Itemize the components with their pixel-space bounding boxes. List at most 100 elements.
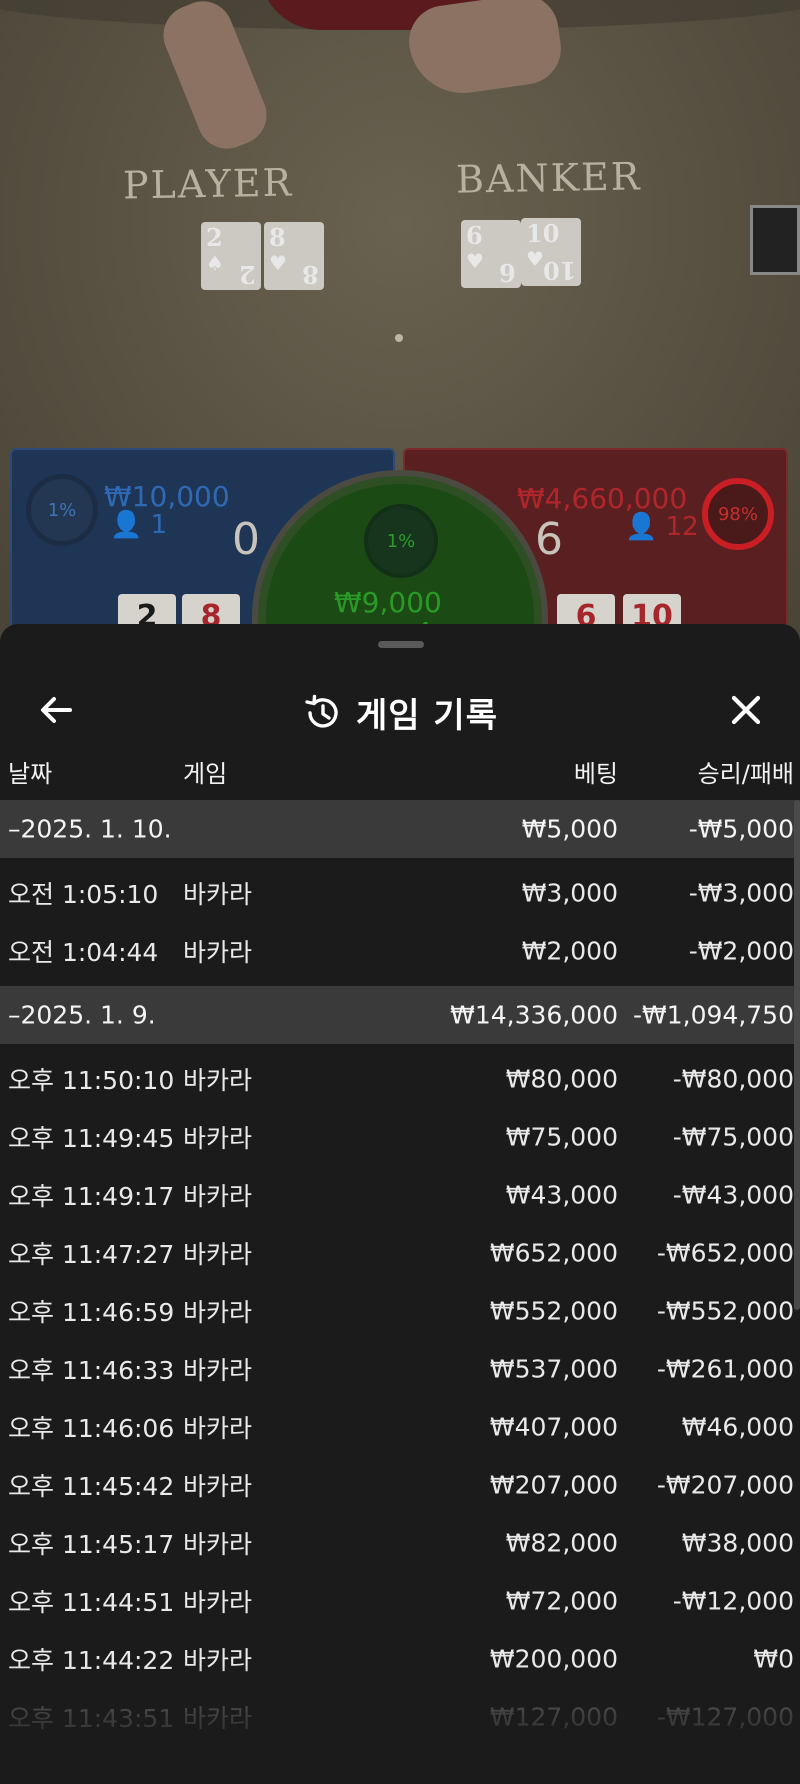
tie-bet-amount: ₩9,000 <box>334 586 442 619</box>
row-game: 바카라 <box>183 1240 253 1269</box>
column-bet: 베팅 <box>573 760 618 788</box>
table-row[interactable]: 오후 11:46:06 바카라 ₩407,000 ₩46,000 <box>0 1398 800 1456</box>
row-game: 바카라 <box>183 1298 253 1327</box>
row-time: 오후 11:43:51 <box>8 1704 175 1733</box>
player-label: PLAYER <box>122 160 294 208</box>
banker-percent-ring: 98% <box>702 478 774 550</box>
group-records: 오전 1:05:10 바카라 ₩3,000 -₩3,000 오전 1:04:44… <box>0 858 800 986</box>
row-result: -₩3,000 <box>688 878 794 908</box>
group-date: –2025. 1. 9. <box>8 1000 156 1030</box>
row-game: 바카라 <box>183 1414 253 1443</box>
row-result: -₩261,000 <box>656 1354 794 1384</box>
row-bet: ₩207,000 <box>489 1470 618 1500</box>
row-game: 바카라 <box>183 880 253 909</box>
table-marker <box>395 334 403 342</box>
row-game: 바카라 <box>183 1530 253 1559</box>
group-result-total: -₩5,000 <box>688 814 794 844</box>
group-result-total: -₩1,094,750 <box>633 1000 794 1030</box>
row-time: 오후 11:49:45 <box>8 1124 175 1153</box>
game-history-sheet: 게임 기록 날짜 게임 베팅 승리/패배 –2025. 1. 10. ₩5,00… <box>0 624 800 1784</box>
row-bet: ₩75,000 <box>505 1122 618 1152</box>
table-row[interactable]: 오후 11:44:22 바카라 ₩200,000 ₩0 <box>0 1630 800 1688</box>
banker-bet-amount: ₩4,660,000 <box>517 482 688 515</box>
row-bet: ₩200,000 <box>489 1644 618 1674</box>
group-records: 오후 11:50:10 바카라 ₩80,000 -₩80,000 오후 11:4… <box>0 1044 800 1752</box>
row-time: 오후 11:44:22 <box>8 1646 175 1675</box>
column-result: 승리/패배 <box>697 760 794 788</box>
group-bet-total: ₩14,336,000 <box>450 1000 618 1030</box>
card-rank: 2 <box>206 223 223 252</box>
table-row[interactable]: 오후 11:43:51 바카라 ₩127,000 -₩127,000 <box>0 1688 800 1746</box>
history-icon <box>305 694 338 728</box>
player-card-1: 2 ♠ 2 <box>201 222 261 290</box>
dealer-left-arm <box>154 0 276 158</box>
table-row[interactable]: 오후 11:45:42 바카라 ₩207,000 -₩207,000 <box>0 1456 800 1514</box>
card-suit: ♠ <box>206 251 224 275</box>
row-bet: ₩43,000 <box>505 1180 618 1210</box>
sheet-title: 게임 기록 <box>356 696 498 736</box>
row-bet: ₩552,000 <box>489 1296 618 1326</box>
banker-label: BANKER <box>455 154 642 202</box>
row-result: ₩46,000 <box>681 1412 794 1442</box>
list-scrollbar[interactable] <box>794 800 800 1310</box>
row-bet: ₩652,000 <box>489 1238 618 1268</box>
dealer-right-arm <box>404 0 566 101</box>
table-row[interactable]: 오후 11:47:27 바카라 ₩652,000 -₩652,000 <box>0 1224 800 1282</box>
table-row[interactable]: 오전 1:04:44 바카라 ₩2,000 -₩2,000 <box>0 922 800 980</box>
dealer <box>154 0 570 158</box>
row-bet: ₩2,000 <box>521 936 618 966</box>
banker-card-2: 10 ♥ 10 <box>521 218 581 286</box>
row-result: ₩38,000 <box>681 1528 794 1558</box>
sheet-header: 게임 기록 <box>0 664 800 754</box>
close-button[interactable] <box>722 686 770 734</box>
row-bet: ₩127,000 <box>489 1702 618 1732</box>
table-row[interactable]: 오후 11:45:17 바카라 ₩82,000 ₩38,000 <box>0 1514 800 1572</box>
table-row[interactable]: 오후 11:46:59 바카라 ₩552,000 -₩552,000 <box>0 1282 800 1340</box>
row-time: 오후 11:50:10 <box>8 1066 175 1095</box>
row-result: -₩207,000 <box>656 1470 794 1500</box>
sheet-drag-handle[interactable] <box>378 641 424 648</box>
card-suit: ♥ <box>466 249 484 273</box>
date-group-header[interactable]: –2025. 1. 9. ₩14,336,000 -₩1,094,750 <box>0 986 800 1044</box>
player-count-value: 1 <box>150 510 168 540</box>
row-result: -₩43,000 <box>672 1180 794 1210</box>
table-row[interactable]: 오후 11:49:45 바카라 ₩75,000 -₩75,000 <box>0 1108 800 1166</box>
table-row[interactable]: 오후 11:46:33 바카라 ₩537,000 -₩261,000 <box>0 1340 800 1398</box>
row-result: -₩80,000 <box>672 1064 794 1094</box>
row-result: ₩0 <box>753 1644 794 1674</box>
row-result: -₩552,000 <box>656 1296 794 1326</box>
banker-count-value: 12 <box>665 512 699 542</box>
row-bet: ₩3,000 <box>521 878 618 908</box>
row-time: 오후 11:47:27 <box>8 1240 175 1269</box>
table-row[interactable]: 오후 11:49:17 바카라 ₩43,000 -₩43,000 <box>0 1166 800 1224</box>
column-date: 날짜 <box>8 760 53 788</box>
group-bet-total: ₩5,000 <box>521 814 618 844</box>
row-time: 오후 11:49:17 <box>8 1182 175 1211</box>
group-date: –2025. 1. 10. <box>8 814 172 844</box>
history-list[interactable]: –2025. 1. 10. ₩5,000 -₩5,000 오전 1:05:10 … <box>0 800 800 1784</box>
sheet-title-group: 게임 기록 <box>0 688 800 737</box>
card-rank: 6 <box>466 221 483 250</box>
row-result: -₩652,000 <box>656 1238 794 1268</box>
player-score: 0 <box>232 514 260 565</box>
row-game: 바카라 <box>183 1066 253 1095</box>
table-row[interactable]: 오후 11:50:10 바카라 ₩80,000 -₩80,000 <box>0 1050 800 1108</box>
close-icon <box>731 695 761 725</box>
row-result: -₩2,000 <box>688 936 794 966</box>
row-time: 오후 11:45:42 <box>8 1472 175 1501</box>
row-game: 바카라 <box>183 1646 253 1675</box>
date-group-header[interactable]: –2025. 1. 10. ₩5,000 -₩5,000 <box>0 800 800 858</box>
row-bet: ₩407,000 <box>489 1412 618 1442</box>
row-game: 바카라 <box>183 1182 253 1211</box>
row-time: 오전 1:04:44 <box>8 938 159 967</box>
row-game: 바카라 <box>183 1588 253 1617</box>
row-time: 오전 1:05:10 <box>8 880 159 909</box>
table-row[interactable]: 오후 11:44:51 바카라 ₩72,000 -₩12,000 <box>0 1572 800 1630</box>
table-row[interactable]: 오전 1:05:10 바카라 ₩3,000 -₩3,000 <box>0 864 800 922</box>
row-game: 바카라 <box>183 1124 253 1153</box>
card-rank-inverted: 6 <box>499 258 516 287</box>
row-bet: ₩72,000 <box>505 1586 618 1616</box>
player-bettor-count: 👤 1 <box>110 510 167 540</box>
person-icon: 👤 <box>110 510 143 540</box>
table-header: 날짜 게임 베팅 승리/패배 <box>0 754 800 800</box>
